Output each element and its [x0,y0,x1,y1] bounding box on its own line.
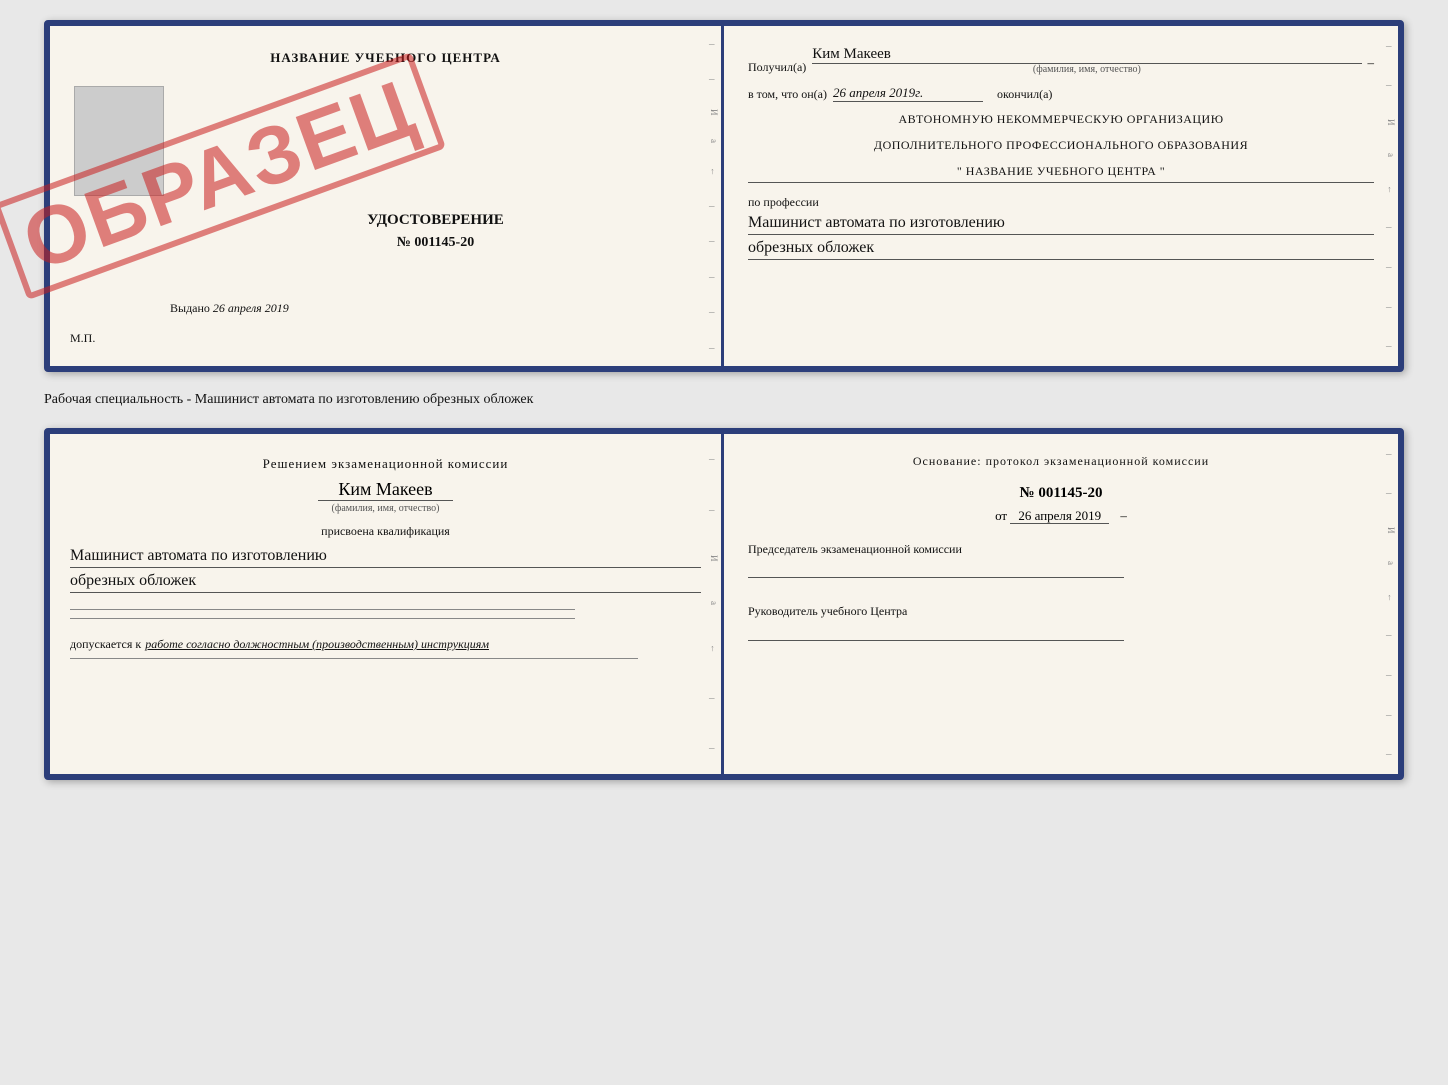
cert-title: УДОСТОВЕРЕНИЕ [170,212,701,229]
issue-date-value: 26 апреля 2019 [213,301,289,315]
protocol-number: № 001145-20 [748,485,1374,502]
doc2-right-page: Основание: протокол экзаменационной коми… [724,434,1398,774]
protocol-date: от 26 апреля 2019 – [748,508,1374,524]
right-dashes-doc2: – – И а ← – – – – [1386,434,1396,774]
chairman-label: Председатель экзаменационной комиссии [748,540,1374,559]
basis-label: Основание: протокол экзаменационной коми… [748,452,1374,471]
chairman-signature-line [748,577,1124,578]
doc2-left-page: Решением экзаменационной комиссии Ким Ма… [50,434,724,774]
director-label: Руководитель учебного Центра [748,602,1374,621]
access-text: работе согласно должностным (производств… [145,637,489,651]
received-row: Получил(а) Ким Макеев (фамилия, имя, отч… [748,46,1374,75]
right-side-decoration: – – И а ← – – – – – [709,26,719,366]
director-signature-line [748,640,1124,641]
profession-label: по профессии [748,195,1374,210]
date-row: в том, что он(а) 26 апреля 2019г. окончи… [748,85,1374,102]
issue-prefix: Выдано [170,301,210,315]
cert-number: № 001145-20 [170,235,701,251]
doc2-name-sub: (фамилия, имя, отчество) [70,503,701,514]
date-prefix: от [995,508,1007,523]
empty-line-1 [70,609,575,610]
received-label: Получил(а) [748,60,806,75]
protocol-date-value: 26 апреля 2019 [1010,508,1109,524]
document-1: НАЗВАНИЕ УЧЕБНОГО ЦЕНТРА ОБРАЗЕЦ УДОСТОВ… [44,20,1404,372]
recipient-field: Ким Макеев (фамилия, имя, отчество) [812,46,1361,75]
qualification-line1: Машинист автомата по изготовлению [70,547,701,568]
profession-line2: обрезных обложек [748,239,1374,260]
in-that-prefix: в том, что он(а) [748,87,827,102]
document-2: Решением экзаменационной комиссии Ким Ма… [44,428,1404,780]
org-line2: ДОПОЛНИТЕЛЬНОГО ПРОФЕССИОНАЛЬНОГО ОБРАЗО… [748,136,1374,154]
doc1-right-page: Получил(а) Ким Макеев (фамилия, имя, отч… [724,26,1398,366]
right-dashes-doc1: – – И а ← – – – – [1386,26,1396,366]
access-row: допускается к работе согласно должностны… [70,635,701,654]
decision-text: Решением экзаменационной комиссии [70,454,701,475]
doc2-person-name: Ким Макеев [318,479,452,501]
empty-line-2 [70,618,575,619]
between-label: Рабочая специальность - Машинист автомат… [44,388,1404,412]
qualification-line2: обрезных обложек [70,572,701,593]
access-line [70,658,638,659]
profession-line1: Машинист автомата по изготовлению [748,214,1374,235]
stamp-text: ОБРАЗЕЦ [0,52,447,300]
org-line3: " НАЗВАНИЕ УЧЕБНОГО ЦЕНТРА " [748,162,1374,183]
doc1-school-title: НАЗВАНИЕ УЧЕБНОГО ЦЕНТРА [70,50,701,66]
photo-placeholder [74,86,164,196]
doc1-issue-date: Выдано 26 апреля 2019 [170,301,289,316]
org-line1: АВТОНОМНУЮ НЕКОММЕРЧЕСКУЮ ОРГАНИЗАЦИЮ [748,110,1374,128]
name-sub: (фамилия, имя, отчество) [812,64,1361,75]
date-value: 26 апреля 2019г. [833,85,983,102]
finished-label: окончил(а) [997,87,1052,102]
qualification-label: присвоена квалификация [70,522,701,541]
recipient-name: Ким Макеев [812,46,1361,64]
access-label: допускается к [70,637,141,651]
left-dashes-doc2: – – И а ← – – [709,434,719,774]
doc1-left-page: НАЗВАНИЕ УЧЕБНОГО ЦЕНТРА ОБРАЗЕЦ УДОСТОВ… [50,26,724,366]
mp-label: М.П. [70,331,95,346]
